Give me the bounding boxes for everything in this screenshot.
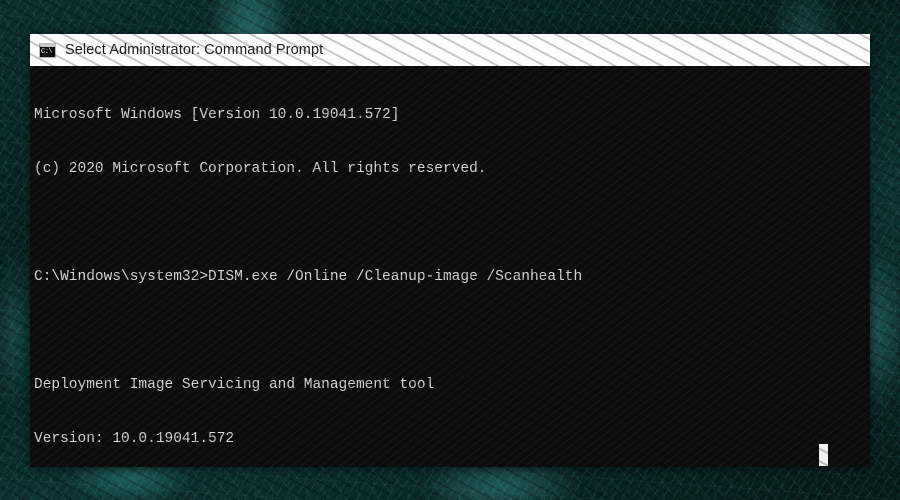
command-prompt-icon: C:\ <box>39 42 56 58</box>
desktop-wallpaper: C:\ Select Administrator: Command Prompt… <box>0 0 900 500</box>
console-line: Version: 10.0.19041.572 <box>34 431 235 447</box>
console-line: (c) 2020 Microsoft Corporation. All righ… <box>34 161 487 177</box>
icon-prompt-glyph: C:\ <box>41 47 53 56</box>
console-text-buffer: Microsoft Windows [Version 10.0.19041.57… <box>34 70 870 467</box>
console-line-command: C:\Windows\system32>DISM.exe /Online /Cl… <box>34 269 583 285</box>
mouse-text-cursor <box>819 444 828 466</box>
window-title-bar[interactable]: C:\ Select Administrator: Command Prompt <box>30 34 870 66</box>
console-line: Microsoft Windows [Version 10.0.19041.57… <box>34 107 400 123</box>
window-title: Select Administrator: Command Prompt <box>65 42 324 58</box>
console-line: Deployment Image Servicing and Managemen… <box>34 377 435 393</box>
command-prompt-window[interactable]: C:\ Select Administrator: Command Prompt… <box>30 34 870 467</box>
console-output-area[interactable]: Microsoft Windows [Version 10.0.19041.57… <box>30 66 870 467</box>
